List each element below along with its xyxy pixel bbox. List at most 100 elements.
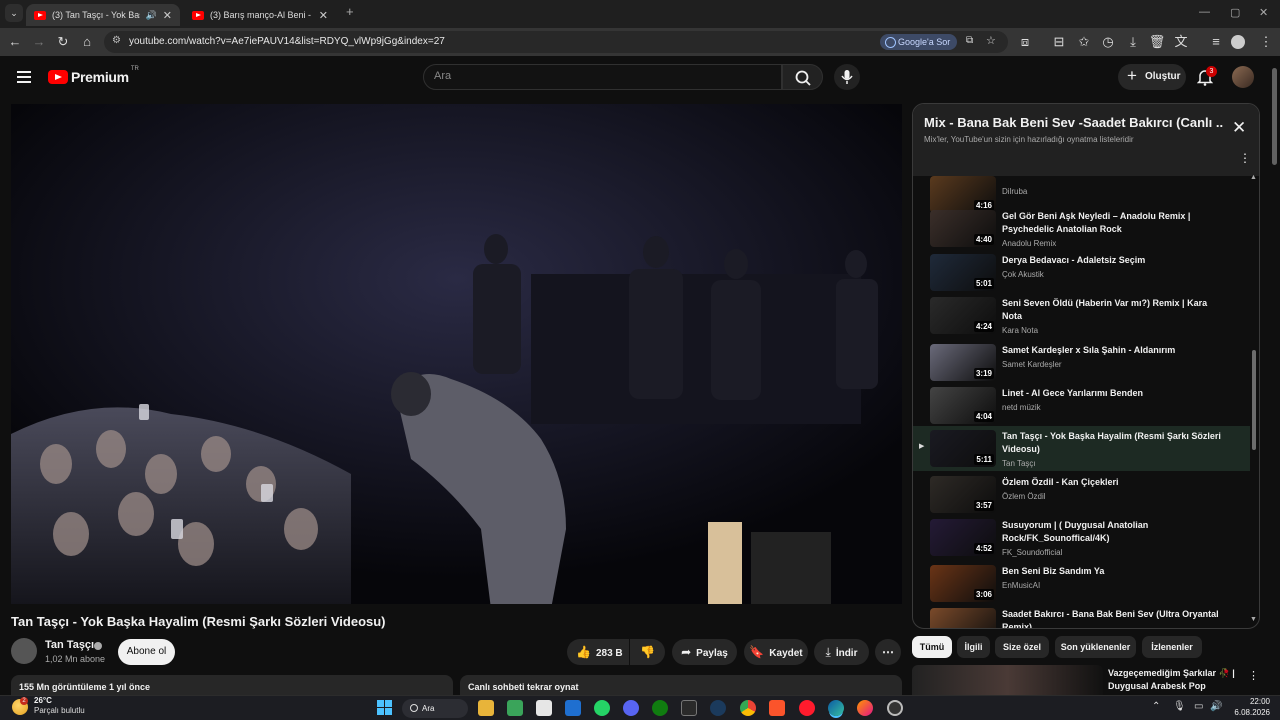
playlist-item-title[interactable]: Gel Gör Beni Aşk Neyledi – Anadolu Remix…	[1002, 210, 1224, 236]
playlist-item-title[interactable]: Özlem Özdil - Kan Çiçekleri	[1002, 476, 1224, 489]
playlist-item[interactable]: 4:40 Gel Gör Beni Aşk Neyledi – Anadolu R…	[913, 206, 1250, 249]
playlist-item[interactable]: 4:24 Seni Seven Öldü (Haberin Var mı?) Re…	[913, 293, 1250, 336]
playlist-item-title[interactable]: Ben Seni Biz Sandım Ya	[1002, 565, 1224, 578]
playlist-item-title[interactable]: Seni Seven Öldü (Haberin Var mı?) Remix …	[1002, 297, 1224, 323]
windows-start-icon[interactable]	[377, 700, 393, 716]
forward-icon[interactable]: →	[30, 33, 48, 51]
recommendation-thumbnail[interactable]	[912, 665, 1103, 695]
chip-3[interactable]: Son yüklenenler	[1055, 636, 1136, 658]
extensions-icon[interactable]: ⧈	[1016, 33, 1034, 51]
store-icon[interactable]	[536, 700, 552, 716]
youtube-premium-logo[interactable]: Premium TR	[48, 66, 139, 85]
save-button[interactable]: 🔖 Kaydet	[744, 639, 808, 665]
playlist-item[interactable]: 3:57 Özlem Özdil - Kan Çiçekleri Özlem Özd…	[913, 472, 1250, 515]
playlist-item-title[interactable]: Tan Taşçı - Yok Başka Hayalim (Resmi Şar…	[1002, 430, 1224, 456]
search-button[interactable]	[782, 64, 823, 90]
recommendation-menu-icon[interactable]: ⋮	[1248, 669, 1259, 682]
reload-icon[interactable]: ↻	[54, 33, 72, 51]
more-actions-icon[interactable]: ⋯	[875, 639, 901, 665]
playlist-item[interactable]: 3:06 Ben Seni Biz Sandım Ya EnMusicAI	[913, 561, 1250, 604]
share-button[interactable]: ➦ Paylaş	[672, 639, 737, 665]
playlist-thumbnail[interactable]: 3:19	[930, 344, 996, 381]
clock[interactable]: 22:00 6.08.2026	[1222, 696, 1270, 718]
file-explorer-icon[interactable]	[478, 700, 494, 716]
voice-search-button[interactable]	[834, 64, 860, 90]
mail-icon[interactable]	[565, 700, 581, 716]
microphone-tray-icon[interactable]: 🎙	[1173, 701, 1186, 712]
close-tab-icon[interactable]: ✕	[319, 9, 328, 22]
playlist-item[interactable]: 4:52 Susuyorum | ( Duygusal Anatolian Roc…	[913, 515, 1250, 558]
history-icon[interactable]: ◷	[1099, 33, 1117, 51]
playlist-thumbnail[interactable]: 4:52	[930, 519, 996, 556]
network-icon[interactable]: ▭	[1194, 701, 1203, 712]
tab-search-button[interactable]: ⌄	[5, 4, 23, 22]
trash-icon[interactable]: 🗑	[1148, 33, 1166, 51]
page-scrollbar[interactable]	[1272, 68, 1277, 165]
playlist-item[interactable]: Saadet Bakırcı - Bana Bak Beni Sev (Ultr…	[913, 604, 1250, 628]
steam-icon[interactable]	[710, 700, 726, 716]
reading-list-icon[interactable]: ≡	[1207, 33, 1225, 51]
address-bar[interactable]: ⚙ youtube.com/watch?v=Ae7iePAUV14&list=R…	[104, 31, 1008, 53]
playlist-item-current[interactable]: ▶ 5:11 Tan Taşçı - Yok Başka Hayalim (Resm…	[913, 426, 1250, 471]
split-view-icon[interactable]: ⊟	[1050, 33, 1068, 51]
channel-name[interactable]: Tan Taşçı	[45, 639, 94, 651]
weather-description[interactable]: Parçalı bulutlu	[34, 706, 85, 715]
menu-dots-icon[interactable]: ⋮	[1257, 33, 1275, 51]
chip-1[interactable]: İlgili	[957, 636, 990, 658]
chrome-icon[interactable]	[740, 700, 756, 716]
xbox-icon[interactable]	[652, 700, 668, 716]
browser-tab-active[interactable]: (3) Tan Taşçı - Yok Başka Hayalim 🔊 ✕	[26, 4, 180, 26]
playlist-item-title[interactable]: Samet Kardeşler x Sıla Şahin - Aldanırım	[1002, 344, 1224, 357]
playlist-thumbnail[interactable]: 5:01	[930, 254, 996, 291]
discord-icon[interactable]	[623, 700, 639, 716]
playlist-item-title[interactable]: Saadet Bakırcı - Bana Bak Beni Sev (Ultr…	[1002, 608, 1224, 628]
playlist-thumbnail[interactable]	[930, 608, 996, 628]
search-box[interactable]	[423, 64, 782, 90]
like-button[interactable]: 👍 283 B	[567, 639, 629, 665]
playlist-thumbnail[interactable]: 3:57	[930, 476, 996, 513]
playlist-scrollbar[interactable]	[1252, 350, 1256, 450]
bookmark-star-icon[interactable]: ☆	[986, 34, 996, 47]
chat-replay-box[interactable]: Canlı sohbeti tekrar oynat	[460, 675, 902, 695]
brave-icon[interactable]	[769, 700, 785, 716]
cast-icon[interactable]: ⧉	[966, 35, 973, 46]
speaker-icon[interactable]: 🔊	[146, 10, 157, 21]
close-window-icon[interactable]: ✕	[1259, 6, 1268, 19]
favorites-icon[interactable]: ✩	[1075, 33, 1093, 51]
site-info-icon[interactable]: ⚙	[112, 35, 121, 46]
video-player[interactable]	[11, 104, 902, 604]
playlist-menu-icon[interactable]: ⋮	[1239, 151, 1251, 165]
whatsapp-icon[interactable]	[594, 700, 610, 716]
scroll-up-arrow-icon[interactable]: ▲	[1250, 174, 1257, 181]
playlist-thumbnail[interactable]: 4:40	[930, 210, 996, 247]
download-button[interactable]: ⤓ İndir	[814, 639, 869, 665]
account-avatar[interactable]	[1232, 66, 1254, 88]
taskbar-search[interactable]: Ara	[402, 699, 468, 718]
minimize-icon[interactable]: —	[1199, 6, 1210, 18]
playlist-item[interactable]: 5:01 Derya Bedavacı - Adaletsiz Seçim Çok …	[913, 250, 1250, 293]
firefox-icon[interactable]	[857, 700, 873, 716]
subscribe-button[interactable]: Abone ol	[118, 639, 175, 665]
search-input[interactable]	[434, 70, 764, 82]
show-hidden-icons-icon[interactable]: ⌃	[1152, 701, 1160, 712]
new-tab-icon[interactable]: +	[346, 4, 354, 19]
playlist-item-title[interactable]: Linet - Al Gece Yarılarımı Benden	[1002, 387, 1224, 400]
downloads-icon[interactable]: ⤓	[1124, 33, 1142, 51]
translate-icon[interactable]: 文	[1172, 33, 1190, 51]
create-button[interactable]: Oluştur	[1118, 63, 1186, 90]
google-ask-button[interactable]: Google'a Sor	[880, 34, 958, 50]
epic-games-icon[interactable]	[681, 700, 697, 716]
chip-4[interactable]: İzlenenler	[1142, 636, 1202, 658]
maximize-icon[interactable]: ▢	[1230, 6, 1240, 19]
playlist-item[interactable]: 4:04 Linet - Al Gece Yarılarımı Benden net…	[913, 383, 1250, 426]
scroll-down-arrow-icon[interactable]: ▼	[1250, 616, 1257, 623]
opera-icon[interactable]	[799, 700, 815, 716]
widgets-icon[interactable]	[507, 700, 523, 716]
playlist-item[interactable]: 3:19 Samet Kardeşler x Sıla Şahin - Aldan…	[913, 340, 1250, 383]
temperature[interactable]: 26°C	[34, 696, 52, 705]
close-playlist-icon[interactable]: ✕	[1232, 118, 1246, 138]
playlist-thumbnail[interactable]: 3:06	[930, 565, 996, 602]
url-text[interactable]: youtube.com/watch?v=Ae7iePAUV14&list=RDY…	[129, 36, 445, 47]
playlist-thumbnail[interactable]: 4:04	[930, 387, 996, 424]
chip-0[interactable]: Tümü	[912, 636, 952, 658]
